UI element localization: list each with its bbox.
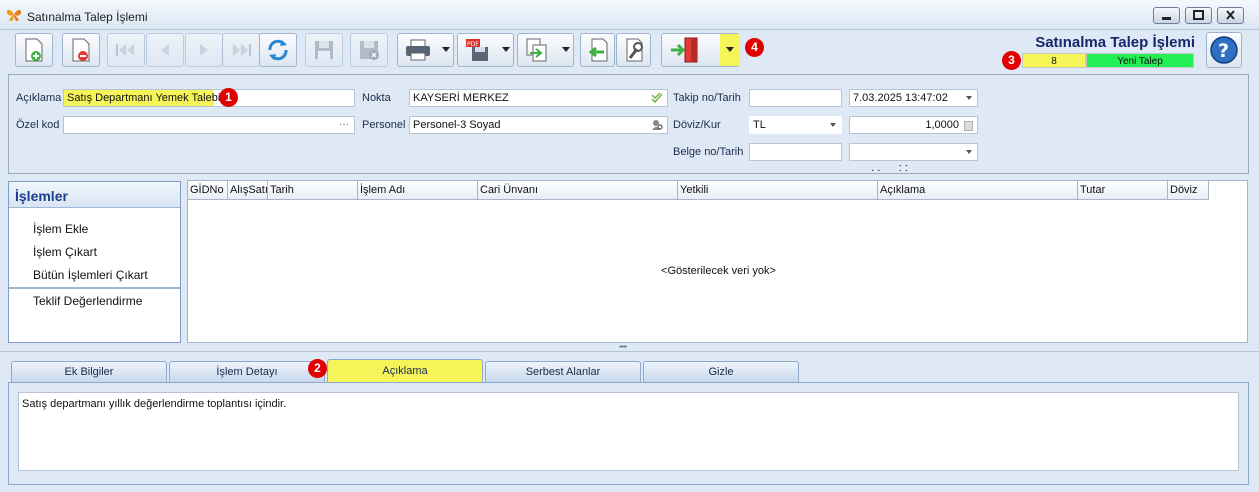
note-textarea[interactable]: Satış departmanı yıllık değerlendirme to… — [18, 392, 1239, 471]
maximize-button[interactable] — [1185, 7, 1212, 24]
annotation-badge-4: 4 — [745, 38, 764, 57]
transfer-button[interactable] — [517, 33, 574, 67]
person-search-icon[interactable] — [651, 119, 663, 136]
splitter-grip[interactable]: ••••• — [619, 344, 627, 351]
delete-record-button[interactable] — [62, 33, 100, 67]
chevron-down-icon — [442, 47, 450, 52]
chevron-down-icon[interactable] — [830, 123, 836, 127]
ellipsis-icon[interactable]: ··· — [339, 117, 349, 133]
next-record-button[interactable] — [185, 33, 223, 67]
column-header-aciklama[interactable]: Açıklama — [878, 181, 1078, 200]
personel-input[interactable]: Personel-3 Soyad — [409, 116, 668, 134]
doviz-label: Döviz/Kur — [673, 119, 721, 131]
chevron-down-icon — [726, 47, 734, 52]
grid-empty-message: <Gösterilecek veri yok> — [661, 265, 776, 277]
form-panel: Açıklama Satış Departmanı Yemek Talebi 1… — [8, 74, 1249, 174]
print-button[interactable] — [397, 33, 454, 67]
operations-panel: İşlemler İşlem Ekle İşlem Çıkart Bütün İ… — [8, 181, 181, 343]
belge-label: Belge no/Tarih — [673, 146, 744, 158]
column-header-doviz[interactable]: Döviz — [1168, 181, 1209, 200]
chevron-down-icon[interactable] — [966, 150, 972, 154]
app-butterfly-icon — [6, 8, 22, 25]
title-bar: Satınalma Talep İşlemi — [0, 0, 1259, 30]
tab-ek-bilgiler[interactable]: Ek Bilgiler — [11, 361, 167, 382]
save-button[interactable] — [305, 33, 343, 67]
annotation-badge-2: 2 — [308, 359, 327, 378]
side-divider — [9, 287, 180, 289]
annotation-badge-1: 1 — [219, 88, 238, 107]
refresh-button[interactable] — [259, 33, 297, 67]
ozel-kod-label: Özel kod — [16, 119, 60, 131]
remove-all-operations-link[interactable]: Bütün İşlemleri Çıkart — [33, 268, 148, 282]
takip-label: Takip no/Tarih — [673, 92, 741, 104]
tab-serbest-alanlar[interactable]: Serbest Alanlar — [485, 361, 641, 382]
minimize-button[interactable] — [1153, 7, 1180, 24]
column-header-islem-adi[interactable]: İşlem Adı — [358, 181, 478, 200]
tab-content: Satış departmanı yıllık değerlendirme to… — [8, 382, 1249, 485]
ozel-kod-input[interactable]: ··· — [63, 116, 355, 134]
column-header-tarih[interactable]: Tarih — [268, 181, 358, 200]
chevron-down-icon — [562, 47, 570, 52]
new-record-button[interactable] — [15, 33, 53, 67]
calculator-icon[interactable] — [963, 120, 974, 136]
double-check-icon[interactable] — [651, 92, 663, 109]
previous-record-button[interactable] — [146, 33, 184, 67]
offer-evaluation-link[interactable]: Teklif Değerlendirme — [33, 294, 142, 308]
svg-text:PDF: PDF — [467, 41, 479, 48]
settings-button[interactable] — [616, 33, 651, 67]
close-button[interactable] — [1217, 7, 1244, 24]
tab-gizle[interactable]: Gizle — [643, 361, 799, 382]
import-button[interactable] — [580, 33, 615, 67]
column-header-alis-satis[interactable]: AlışSatış — [228, 181, 268, 200]
remove-operation-link[interactable]: İşlem Çıkart — [33, 245, 97, 259]
takip-tarih-input[interactable]: 7.03.2025 13:47:02 — [849, 89, 978, 107]
status-text: Yeni Talep — [1086, 53, 1194, 68]
column-header-yetkili[interactable]: Yetkili — [678, 181, 878, 200]
form-title: Satınalma Talep İşlemi — [1035, 34, 1195, 51]
doviz-select[interactable]: TL — [749, 116, 842, 134]
column-header-gidno[interactable]: GİDNo — [188, 181, 228, 200]
tab-islem-detayi[interactable]: İşlem Detayı — [169, 361, 325, 382]
kur-input[interactable]: 1,0000 — [849, 116, 978, 134]
aciklama-value: Satış Departmanı Yemek Talebi — [67, 92, 221, 104]
takip-no-input[interactable] — [749, 89, 842, 107]
exit-button[interactable] — [661, 33, 740, 67]
help-icon: ? — [1210, 36, 1238, 64]
column-header-tutar[interactable]: Tutar — [1078, 181, 1168, 200]
operations-panel-title: İşlemler — [9, 182, 180, 208]
operations-grid[interactable]: GİDNo AlışSatış Tarih İşlem Adı Cari Ünv… — [187, 180, 1248, 343]
splitter-line[interactable] — [0, 351, 1259, 352]
chevron-down-icon — [502, 47, 510, 52]
first-record-button[interactable] — [107, 33, 145, 67]
aciklama-input[interactable]: Satış Departmanı Yemek Talebi — [63, 89, 355, 107]
svg-text:?: ? — [1218, 40, 1229, 62]
add-operation-link[interactable]: İşlem Ekle — [33, 222, 88, 236]
tab-aciklama[interactable]: Açıklama — [327, 359, 483, 382]
personel-label: Personel — [362, 119, 406, 131]
save-close-button[interactable] — [350, 33, 388, 67]
window-title: Satınalma Talep İşlemi — [27, 10, 148, 24]
status-number: 8 — [1022, 53, 1086, 68]
belge-no-input[interactable] — [749, 143, 842, 161]
belge-tarih-input[interactable]: . . : : — [849, 143, 978, 174]
nokta-label: Nokta — [362, 92, 391, 104]
annotation-badge-3: 3 — [1002, 51, 1021, 70]
last-record-button[interactable] — [222, 33, 260, 67]
chevron-down-icon[interactable] — [966, 96, 972, 100]
nokta-input[interactable]: KAYSERİ MERKEZ — [409, 89, 668, 107]
pdf-export-button[interactable]: PDF — [457, 33, 514, 67]
column-header-cari-unvani[interactable]: Cari Ünvanı — [478, 181, 678, 200]
aciklama-label: Açıklama — [16, 92, 62, 104]
help-button[interactable]: ? — [1206, 32, 1242, 68]
